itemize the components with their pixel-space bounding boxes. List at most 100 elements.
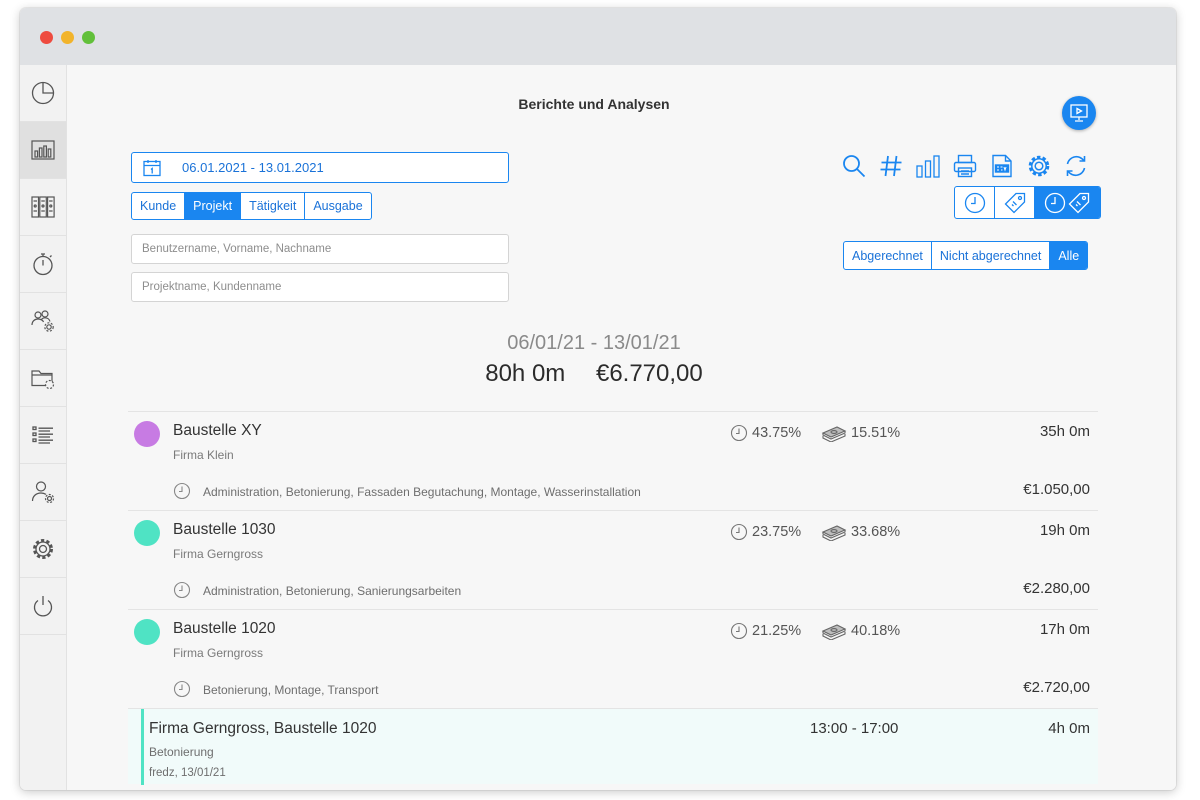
project-hours: 17h 0m bbox=[1039, 621, 1090, 638]
app-window: Berichte und Analysen 06.01.2021 - 13.01… bbox=[20, 8, 1176, 790]
project-hours: 35h 0m bbox=[1039, 423, 1090, 440]
csv-export-button[interactable] bbox=[987, 151, 1016, 180]
user-search-input[interactable] bbox=[131, 234, 509, 264]
billing-filter-unbilled[interactable]: Nicht abgerechnet bbox=[930, 242, 1049, 269]
money-stack-icon bbox=[821, 426, 847, 442]
report-toolbar bbox=[839, 151, 1090, 180]
entry-duration: 4h 0m bbox=[1048, 720, 1090, 737]
project-color-dot bbox=[134, 520, 160, 546]
project-color-dot bbox=[134, 619, 160, 645]
time-entry-row[interactable]: Firma Gerngross, Baustelle 1020 Betonier… bbox=[128, 708, 1098, 785]
entry-user-date: fredz, 13/01/21 bbox=[149, 767, 226, 779]
refresh-button[interactable] bbox=[1061, 151, 1090, 180]
gear-icon bbox=[33, 539, 53, 559]
clock-icon bbox=[730, 523, 748, 541]
date-range-value: 06.01.2021 - 13.01.2021 bbox=[182, 160, 324, 175]
mode-money-option[interactable] bbox=[994, 187, 1033, 218]
price-tag-icon bbox=[1069, 192, 1090, 213]
project-row[interactable]: Baustelle 1030 Firma Gerngross 23.75% 33… bbox=[128, 510, 1098, 609]
number-format-button[interactable] bbox=[876, 151, 905, 180]
zoom-window-button[interactable] bbox=[82, 31, 95, 44]
project-amount: €2.280,00 bbox=[1023, 580, 1090, 597]
project-row[interactable]: Baustelle XY Firma Klein 43.75% 15.51% 3… bbox=[128, 411, 1098, 510]
print-button[interactable] bbox=[950, 151, 979, 180]
project-name: Baustelle 1020 bbox=[173, 620, 276, 637]
money-stack-icon bbox=[821, 525, 847, 541]
sidebar-item-list[interactable] bbox=[20, 407, 66, 464]
sidebar-item-timer[interactable] bbox=[20, 236, 66, 293]
project-search-input[interactable] bbox=[131, 272, 509, 302]
hash-icon bbox=[880, 155, 901, 176]
sidebar bbox=[20, 65, 67, 790]
clock-icon bbox=[730, 424, 748, 442]
search-button[interactable] bbox=[839, 151, 868, 180]
report-settings-button[interactable] bbox=[1024, 151, 1053, 180]
sidebar-item-reports[interactable] bbox=[20, 122, 66, 179]
search-icon bbox=[842, 154, 865, 177]
project-row[interactable]: Baustelle 1020 Firma Gerngross 21.25% 40… bbox=[128, 609, 1098, 708]
sidebar-item-user-settings[interactable] bbox=[20, 464, 66, 521]
group-by-segmented-control: Kunde Projekt Tätigkeit Ausgabe bbox=[131, 192, 372, 220]
refresh-icon bbox=[1066, 155, 1085, 176]
mode-time-and-money-option[interactable] bbox=[1033, 187, 1100, 218]
time-share: 43.75% bbox=[730, 424, 801, 442]
entry-title: Firma Gerngross, Baustelle 1020 bbox=[149, 720, 377, 737]
date-range-picker[interactable]: 06.01.2021 - 13.01.2021 bbox=[131, 152, 509, 183]
time-share: 21.25% bbox=[730, 622, 801, 640]
project-hours: 19h 0m bbox=[1039, 522, 1090, 539]
help-video-button[interactable] bbox=[1062, 96, 1096, 130]
clock-icon bbox=[173, 680, 191, 698]
group-by-activity[interactable]: Tätigkeit bbox=[240, 193, 304, 219]
page-title: Berichte und Analysen bbox=[518, 96, 670, 112]
bar-chart-icon bbox=[915, 154, 940, 178]
clock-icon bbox=[964, 192, 985, 213]
summary-totals: 80h 0m €6.770,00 bbox=[67, 360, 1121, 388]
clock-icon bbox=[173, 482, 191, 500]
billing-filter-all[interactable]: Alle bbox=[1049, 242, 1088, 269]
group-by-project[interactable]: Projekt bbox=[184, 193, 241, 219]
sidebar-item-team-settings[interactable] bbox=[20, 293, 66, 350]
project-name: Baustelle XY bbox=[173, 422, 262, 439]
sidebar-item-logout[interactable] bbox=[20, 578, 66, 635]
project-activities: Betonierung, Montage, Transport bbox=[203, 683, 379, 697]
summary-date-range: 06/01/21 - 13/01/21 bbox=[507, 332, 681, 354]
list-icon bbox=[32, 426, 53, 444]
project-list: Baustelle XY Firma Klein 43.75% 15.51% 3… bbox=[128, 411, 1098, 785]
mode-time-option[interactable] bbox=[955, 187, 994, 218]
gear-icon bbox=[1028, 155, 1049, 176]
total-amount: €6.770,00 bbox=[595, 360, 703, 387]
group-by-customer[interactable]: Kunde bbox=[132, 193, 184, 219]
time-share-value: 21.25% bbox=[752, 623, 802, 639]
cost-share-value: 33.68% bbox=[851, 524, 901, 540]
price-tag-icon bbox=[1004, 192, 1025, 213]
entry-time-range: 13:00 - 17:00 bbox=[810, 720, 899, 737]
print-icon bbox=[953, 154, 976, 177]
csv-file-icon bbox=[991, 154, 1012, 177]
sidebar-item-projects[interactable] bbox=[20, 179, 66, 236]
total-hours: 80h 0m bbox=[485, 360, 566, 387]
minimize-window-button[interactable] bbox=[61, 31, 74, 44]
clock-icon bbox=[173, 581, 191, 599]
close-window-button[interactable] bbox=[40, 31, 53, 44]
time-share-value: 43.75% bbox=[752, 425, 802, 441]
sidebar-item-dashboard[interactable] bbox=[20, 65, 66, 122]
binders-icon bbox=[31, 196, 55, 218]
stopwatch-icon bbox=[33, 253, 53, 276]
project-activities: Administration, Betonierung, Fassaden Be… bbox=[203, 485, 641, 499]
user-gear-icon bbox=[31, 481, 55, 504]
project-amount: €2.720,00 bbox=[1023, 679, 1090, 696]
entry-color-bar bbox=[141, 709, 144, 785]
folder-gear-icon bbox=[31, 370, 55, 390]
sidebar-item-settings[interactable] bbox=[20, 521, 66, 578]
cost-share: 33.68% bbox=[821, 523, 900, 541]
clock-icon bbox=[1045, 192, 1066, 213]
reports-panel: Berichte und Analysen 06.01.2021 - 13.01… bbox=[67, 65, 1176, 790]
entry-activity: Betonierung bbox=[149, 745, 214, 759]
billing-filter-billed[interactable]: Abgerechnet bbox=[844, 242, 931, 269]
sidebar-item-folder-settings[interactable] bbox=[20, 350, 66, 407]
cost-share: 15.51% bbox=[821, 424, 900, 442]
group-by-expense[interactable]: Ausgabe bbox=[304, 193, 370, 219]
project-client: Firma Gerngross bbox=[173, 547, 264, 561]
cost-share-value: 15.51% bbox=[851, 425, 901, 441]
chart-button[interactable] bbox=[913, 151, 942, 180]
